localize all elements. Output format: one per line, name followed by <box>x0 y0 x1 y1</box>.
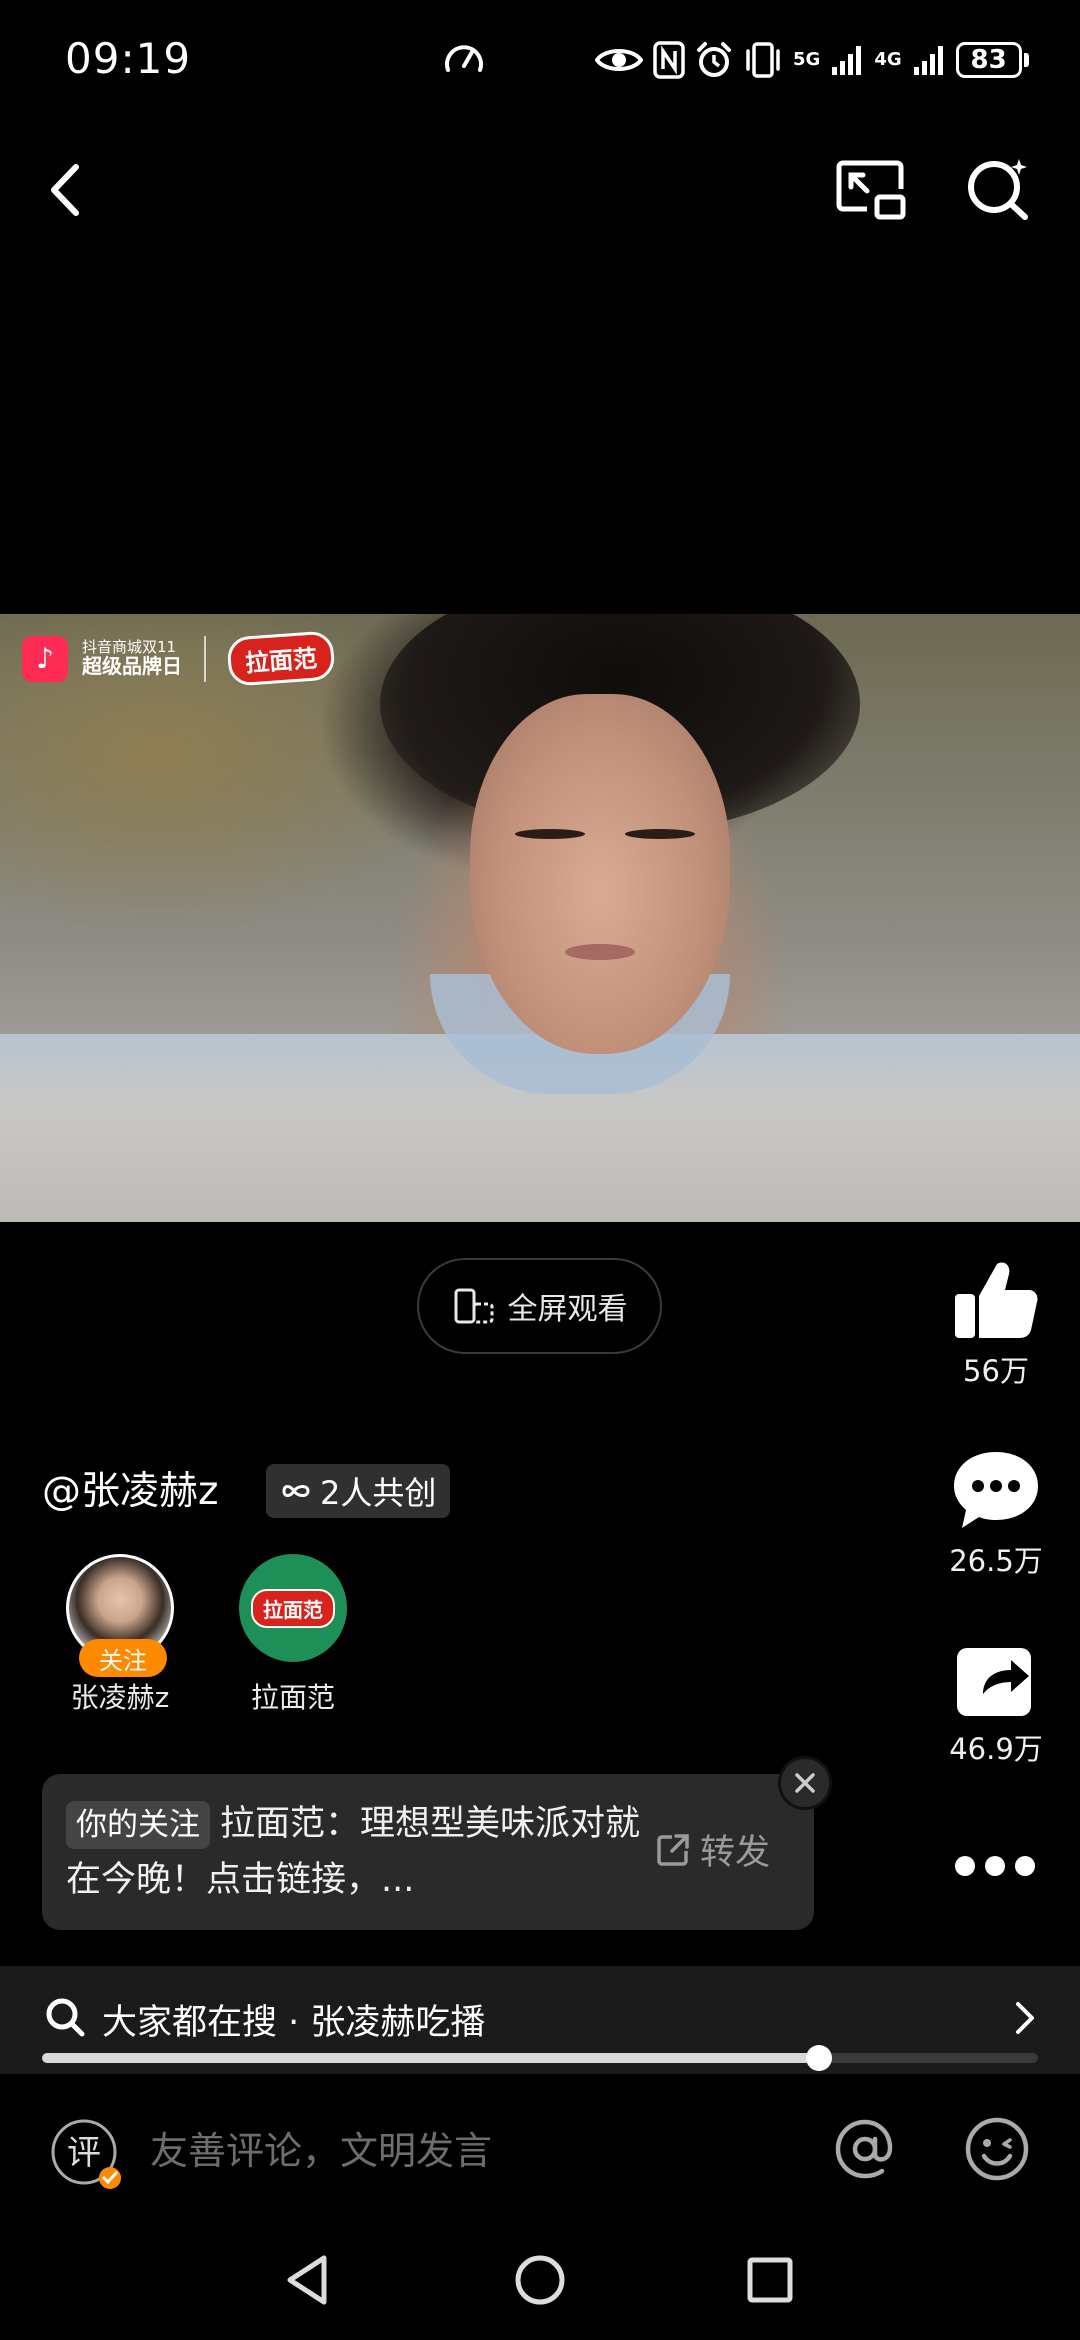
nav-recents-button[interactable] <box>738 2248 802 2312</box>
battery-indicator: 83 <box>955 42 1029 78</box>
video-detail-screen: 09:19 5G 4G 83 ♪ 抖音商城双11 超级品牌日 拉面范 全屏观看 … <box>0 0 1080 2340</box>
close-icon <box>795 1773 815 1793</box>
brand-day-text: 抖音商城双11 超级品牌日 <box>82 639 182 678</box>
eye-icon <box>595 49 643 71</box>
share-icon <box>957 1640 1039 1716</box>
creator-item[interactable]: 拉面范 拉面范 <box>218 1554 368 1716</box>
status-time: 09:19 <box>65 34 192 83</box>
signal-5g-icon <box>832 46 862 75</box>
like-button[interactable]: 56万 <box>936 1258 1056 1390</box>
promo-notice-card[interactable]: 你的关注 拉面范：理想型美味派对就在今晚！点击链接，... 转发 <box>42 1774 814 1930</box>
video-progress-bar[interactable] <box>42 2045 1038 2071</box>
share-count: 46.9万 <box>949 1732 1043 1766</box>
lamianfan-logo: 拉面范 <box>226 630 336 687</box>
mention-button[interactable] <box>830 2114 900 2184</box>
video-frame-eye-left <box>515 829 585 839</box>
comment-input[interactable]: 友善评论，文明发言 <box>150 2120 492 2175</box>
close-notice-button[interactable] <box>778 1756 832 1810</box>
status-icons: 5G 4G 83 <box>595 34 1029 86</box>
notice-text-block: 你的关注 拉面范：理想型美味派对就在今晚！点击链接，... <box>66 1796 666 1908</box>
video-frame-mouth <box>565 944 635 960</box>
following-tag: 你的关注 <box>66 1801 210 1849</box>
comment-bubble-icon <box>954 1452 1038 1528</box>
link-icon <box>282 1485 310 1497</box>
search-icon <box>46 1998 85 2037</box>
system-nav-bar <box>0 2224 1080 2340</box>
signal-4g-icon <box>913 46 943 75</box>
comment-icon-char: 评 <box>67 2133 101 2173</box>
search-button[interactable] <box>963 153 1033 223</box>
more-dot-icon <box>1015 1856 1035 1876</box>
like-count: 56万 <box>963 1354 1029 1388</box>
battery-level: 83 <box>955 42 1022 78</box>
alarm-icon <box>697 42 731 77</box>
video-frame-eye-right <box>625 829 695 839</box>
comment-bar: 评 友善评论，文明发言 <box>0 2074 1080 2224</box>
follow-button[interactable]: 关注 <box>79 1639 167 1677</box>
creator-item[interactable]: 关注 张凌赫z <box>45 1554 195 1716</box>
related-search-text: 大家都在搜 · 张凌赫吃播 <box>102 2003 486 2043</box>
battery-tip <box>1023 53 1029 67</box>
thumbs-up-icon <box>955 1262 1038 1338</box>
rotate-phone-icon <box>454 1288 493 1324</box>
progress-fill <box>42 2053 819 2063</box>
video-frame-face <box>470 694 730 1054</box>
more-dot-icon <box>955 1856 975 1876</box>
external-link-icon <box>657 1833 689 1866</box>
lamianfan-logo: 拉面范 <box>251 1588 335 1628</box>
cocreate-label: 2人共创 <box>320 1474 437 1512</box>
fullscreen-button[interactable]: 全屏观看 <box>417 1258 662 1354</box>
progress-thumb[interactable] <box>805 2045 832 2071</box>
fullscreen-label: 全屏观看 <box>507 1292 628 1327</box>
forward-button[interactable]: 转发 <box>654 1824 770 1875</box>
nav-back-button[interactable] <box>278 2248 342 2312</box>
creator-name: 张凌赫z <box>70 1681 170 1714</box>
avatar: 关注 <box>66 1554 174 1677</box>
cocreate-tag[interactable]: 2人共创 <box>266 1464 451 1518</box>
emoji-button[interactable] <box>962 2114 1032 2184</box>
more-options-button[interactable] <box>955 1848 1035 1884</box>
more-dot-icon <box>985 1856 1005 1876</box>
network-5g-label: 5G <box>793 49 821 70</box>
speed-meter-icon <box>445 45 483 72</box>
avatar: 拉面范 <box>239 1554 347 1662</box>
creator-name: 拉面范 <box>250 1681 335 1714</box>
comment-compose-icon[interactable]: 评 <box>46 2114 126 2194</box>
douyin-logo-icon: ♪ <box>22 635 68 682</box>
video-brand-overlay: ♪ 抖音商城双11 超级品牌日 拉面范 <box>22 630 336 687</box>
brand-divider <box>204 635 206 682</box>
author-name[interactable]: @张凌赫z <box>42 1460 218 1516</box>
chevron-right-icon <box>1016 2002 1034 2034</box>
status-bar: 09:19 5G 4G 83 <box>0 0 1080 120</box>
comment-button[interactable]: 26.5万 <box>936 1448 1056 1580</box>
nav-home-button[interactable] <box>508 2248 572 2312</box>
vibrate-icon <box>746 42 780 78</box>
network-4g-label: 4G <box>874 49 902 70</box>
share-button[interactable]: 46.9万 <box>936 1640 1056 1768</box>
brand-big-text: 超级品牌日 <box>82 653 182 678</box>
back-button[interactable] <box>40 155 90 225</box>
video-player[interactable]: ♪ 抖音商城双11 超级品牌日 拉面范 <box>0 614 1080 1222</box>
forward-label: 转发 <box>700 1833 771 1873</box>
comment-count: 26.5万 <box>949 1544 1043 1578</box>
picture-in-picture-button[interactable] <box>835 155 910 225</box>
nfc-icon <box>653 41 685 79</box>
